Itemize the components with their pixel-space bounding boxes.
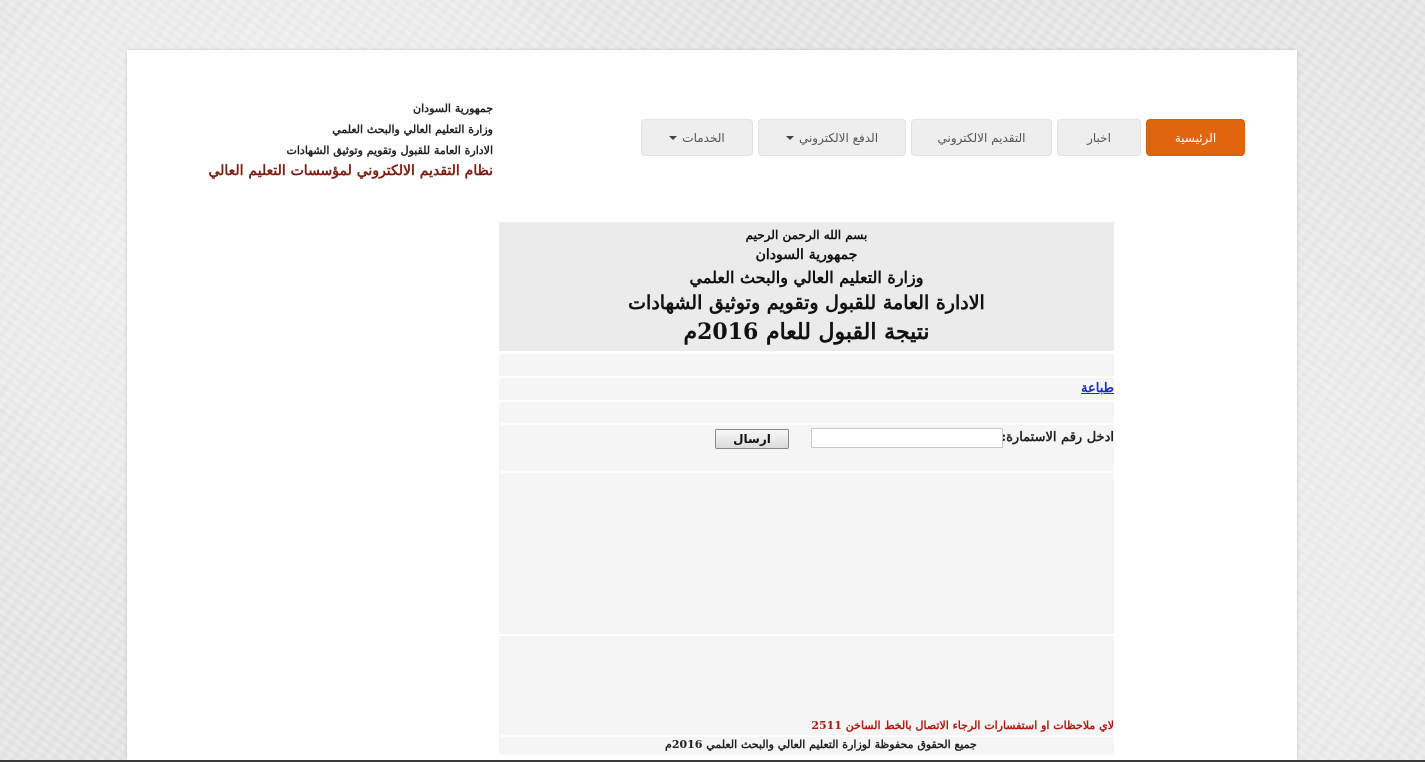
banner-department: الادارة العامة للقبول وتقويم وتوثيق الشه… <box>628 292 985 314</box>
nav-online-payment[interactable]: الدفع الالكتروني <box>758 119 906 156</box>
page-container: جمهورية السودان وزارة التعليم العالي وال… <box>127 50 1297 762</box>
header-country: جمهورية السودان <box>413 102 493 115</box>
chevron-down-icon <box>785 135 794 140</box>
hotline-notice: لاي ملاحظات او استفسارات الرجاء الاتصال … <box>811 719 1114 732</box>
result-panel: بسم الله الرحمن الرحيم جمهورية السودان و… <box>499 222 1114 756</box>
copyright-row: جميع الحقوق محفوظة لوزارة التعليم العالي… <box>499 736 1114 756</box>
print-link[interactable]: طباعة <box>1081 381 1114 396</box>
nav-online-payment-label: الدفع الالكتروني <box>798 130 879 145</box>
copyright-text: جميع الحقوق محفوظة لوزارة التعليم العالي… <box>665 738 977 751</box>
nav-services[interactable]: الخدمات <box>641 119 753 156</box>
print-row: طباعة <box>499 377 1114 401</box>
form-number-input[interactable] <box>811 428 1003 448</box>
contact-row: لاي ملاحظات او استفسارات الرجاء الاتصال … <box>499 635 1114 736</box>
nav-home-label: الرئيسية <box>1174 130 1217 145</box>
result-banner: بسم الله الرحمن الرحيم جمهورية السودان و… <box>499 222 1114 351</box>
header-ministry: وزارة التعليم العالي والبحث العلمي <box>332 123 493 136</box>
basmala-text: بسم الله الرحمن الرحيم <box>745 228 868 242</box>
spacer-row <box>499 401 1114 424</box>
header-department: الادارة العامة للقبول وتقويم وتوثيق الشه… <box>286 144 493 157</box>
nav-news[interactable]: اخبار <box>1057 119 1141 156</box>
form-number-label: ادخل رقم الاستمارة: <box>1001 430 1114 445</box>
site-header: جمهورية السودان وزارة التعليم العالي وال… <box>208 98 493 182</box>
nav-home[interactable]: الرئيسية <box>1146 119 1245 156</box>
result-area <box>499 472 1114 635</box>
main-nav: الرئيسية اخبار التقديم الالكتروني الدفع … <box>641 119 1245 156</box>
system-title: نظام التقديم الالكتروني لمؤسسات التعليم … <box>208 163 493 179</box>
banner-ministry: وزارة التعليم العالي والبحث العلمي <box>689 268 924 287</box>
nav-news-label: اخبار <box>1087 130 1111 145</box>
submit-button[interactable]: ارسال <box>715 429 789 449</box>
nav-services-label: الخدمات <box>682 130 725 145</box>
chevron-down-icon <box>669 135 678 140</box>
nav-online-apply-label: التقديم الالكتروني <box>937 130 1026 145</box>
form-row: ادخل رقم الاستمارة: ارسال <box>499 424 1114 472</box>
banner-country: جمهورية السودان <box>755 247 858 263</box>
spacer-row <box>499 353 1114 377</box>
nav-online-apply[interactable]: التقديم الالكتروني <box>911 119 1052 156</box>
result-title: نتيجة القبول للعام 2016م <box>683 319 930 345</box>
